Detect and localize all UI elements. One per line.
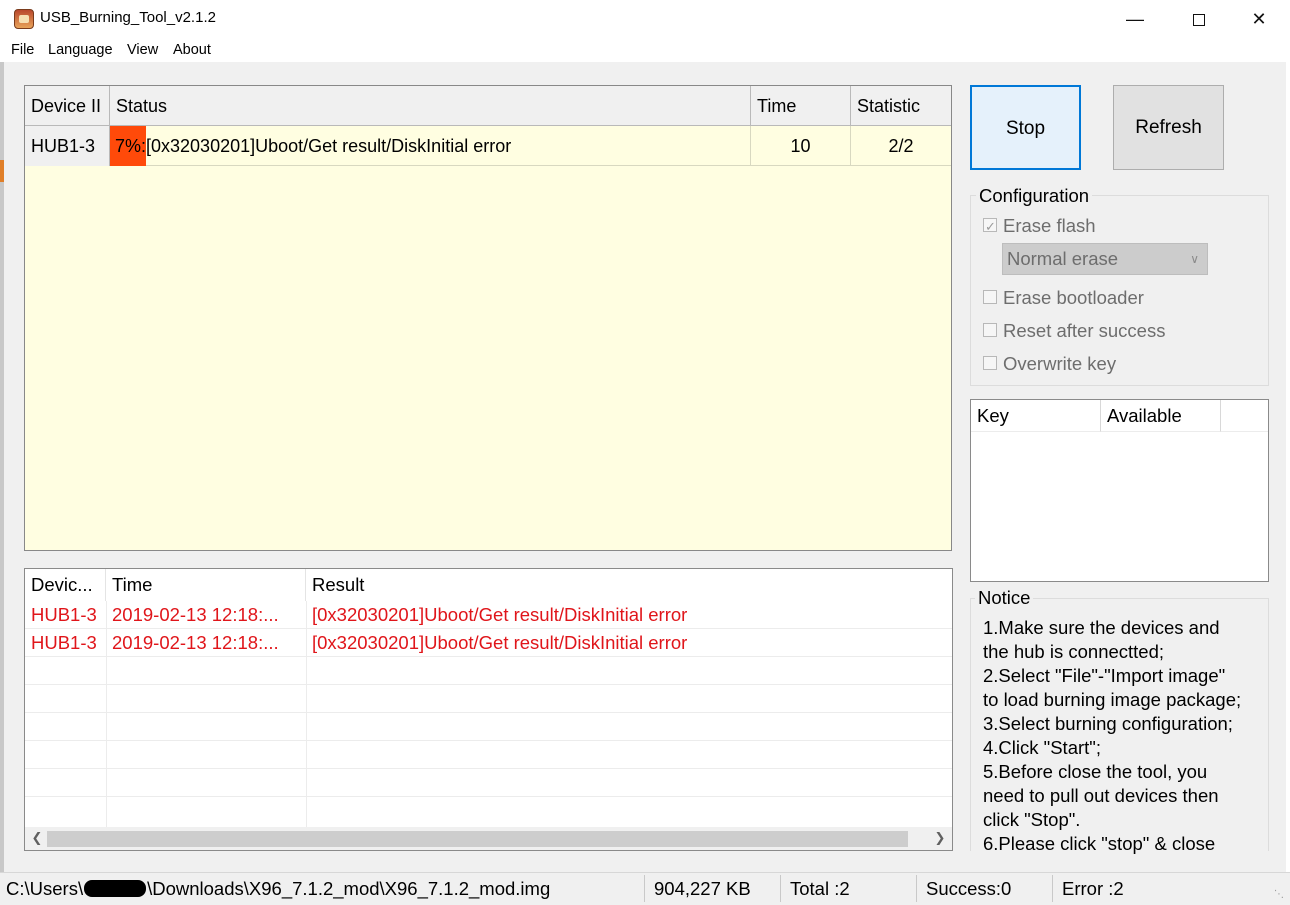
stop-button[interactable]: Stop <box>970 85 1081 170</box>
erase-mode-select[interactable]: Normal erase ∨ <box>1002 243 1208 275</box>
chevron-down-icon: ∨ <box>1190 252 1199 266</box>
column-divider <box>106 601 107 827</box>
log-device: HUB1-3 <box>31 604 97 625</box>
checkbox-icon <box>983 323 997 338</box>
column-time[interactable]: Time <box>751 86 851 126</box>
status-text: 7%:[0x32030201]Uboot/Get result/DiskInit… <box>115 136 512 156</box>
erase-flash-label: Erase flash <box>1003 215 1096 236</box>
refresh-button[interactable]: Refresh <box>1113 85 1224 170</box>
log-empty-row <box>25 685 952 713</box>
status-file-size: 904,227 KB <box>654 878 751 899</box>
erase-mode-value: Normal erase <box>1007 248 1119 269</box>
status-image-path: C:\Users\ \Downloads\X96_7.1.2_mod\X96_7.… <box>6 872 642 905</box>
column-device-id[interactable]: Device II <box>25 86 110 126</box>
path-prefix: C:\Users\ <box>6 878 84 899</box>
notice-text: 1.Make sure the devices and the hub is c… <box>983 617 1242 854</box>
device-status: 7%:[0x32030201]Uboot/Get result/DiskInit… <box>110 126 751 166</box>
log-table: Devic... Time Result HUB1-3 2019-02-13 1… <box>24 568 953 851</box>
log-row[interactable]: HUB1-3 2019-02-13 12:18:... [0x32030201]… <box>25 601 952 629</box>
notice-legend: Notice <box>975 587 1034 609</box>
column-statistic[interactable]: Statistic <box>851 86 951 126</box>
checkbox-checked-icon <box>983 215 997 239</box>
scroll-left-icon[interactable]: ❮ <box>27 827 47 850</box>
log-empty-row <box>25 713 952 741</box>
column-log-time[interactable]: Time <box>106 569 306 601</box>
redacted-username <box>84 879 147 897</box>
log-empty-row <box>25 797 952 825</box>
window-title: USB_Burning_Tool_v2.1.2 <box>40 9 216 26</box>
key-table: Key Available <box>970 399 1269 582</box>
background-window-accent <box>0 160 4 182</box>
device-id: HUB1-3 <box>25 126 110 166</box>
maximize-button[interactable] <box>1176 0 1222 38</box>
column-log-result[interactable]: Result <box>306 569 952 601</box>
app-icon <box>14 9 34 29</box>
device-table: Device II Status Time Statistic HUB1-3 7… <box>24 85 952 551</box>
erase-bootloader-checkbox[interactable]: Erase bootloader <box>983 286 1144 310</box>
resize-grip-icon[interactable]: ⋱ <box>1274 889 1284 900</box>
log-empty-row <box>25 741 952 769</box>
log-empty-row <box>25 657 952 685</box>
minimize-button[interactable]: — <box>1112 0 1158 38</box>
log-empty-row <box>25 769 952 797</box>
device-statistic: 2/2 <box>888 136 914 156</box>
log-time: 2019-02-13 12:18:... <box>112 604 279 625</box>
log-time: 2019-02-13 12:18:... <box>112 632 279 653</box>
reset-after-success-checkbox[interactable]: Reset after success <box>983 319 1165 343</box>
menu-view[interactable]: View <box>127 42 158 58</box>
menu-language[interactable]: Language <box>48 42 113 58</box>
scrollbar-thumb[interactable] <box>47 831 908 847</box>
device-time: 10 <box>751 126 851 166</box>
status-success: Success:0 <box>926 878 1012 899</box>
column-status[interactable]: Status <box>110 86 751 126</box>
scroll-right-icon[interactable]: ❯ <box>930 827 950 850</box>
status-separator <box>1052 875 1053 902</box>
path-suffix: \Downloads\X96_7.1.2_mod\X96_7.1.2_mod.i… <box>147 878 551 899</box>
device-row[interactable]: HUB1-3 7%:[0x32030201]Uboot/Get result/D… <box>25 126 951 166</box>
background-window-edge <box>0 62 4 872</box>
overwrite-key-label: Overwrite key <box>1003 353 1117 374</box>
log-row[interactable]: HUB1-3 2019-02-13 12:18:... [0x32030201]… <box>25 629 952 657</box>
close-button[interactable]: ✕ <box>1236 0 1282 38</box>
reset-after-success-label: Reset after success <box>1003 320 1166 341</box>
column-filler <box>1221 400 1268 432</box>
status-separator <box>916 875 917 902</box>
erase-bootloader-label: Erase bootloader <box>1003 287 1144 308</box>
horizontal-scrollbar[interactable]: ❮ ❯ <box>25 827 952 850</box>
status-separator <box>644 875 645 902</box>
configuration-legend: Configuration <box>976 185 1093 207</box>
log-device: HUB1-3 <box>31 632 97 653</box>
column-divider <box>306 601 307 827</box>
status-error: Error :2 <box>1062 878 1124 899</box>
column-log-device[interactable]: Devic... <box>25 569 106 601</box>
log-result: [0x32030201]Uboot/Get result/DiskInitial… <box>312 604 688 625</box>
status-separator <box>780 875 781 902</box>
checkbox-icon <box>983 290 997 305</box>
maximize-icon <box>1193 14 1205 27</box>
checkbox-icon <box>983 356 997 371</box>
menu-about[interactable]: About <box>173 42 211 58</box>
menu-file[interactable]: File <box>11 42 34 58</box>
log-result: [0x32030201]Uboot/Get result/DiskInitial… <box>312 632 688 653</box>
overwrite-key-checkbox[interactable]: Overwrite key <box>983 352 1116 376</box>
status-total: Total :2 <box>790 878 850 899</box>
column-available[interactable]: Available <box>1101 400 1221 432</box>
column-key[interactable]: Key <box>971 400 1101 432</box>
erase-flash-checkbox[interactable]: Erase flash <box>983 214 1096 239</box>
